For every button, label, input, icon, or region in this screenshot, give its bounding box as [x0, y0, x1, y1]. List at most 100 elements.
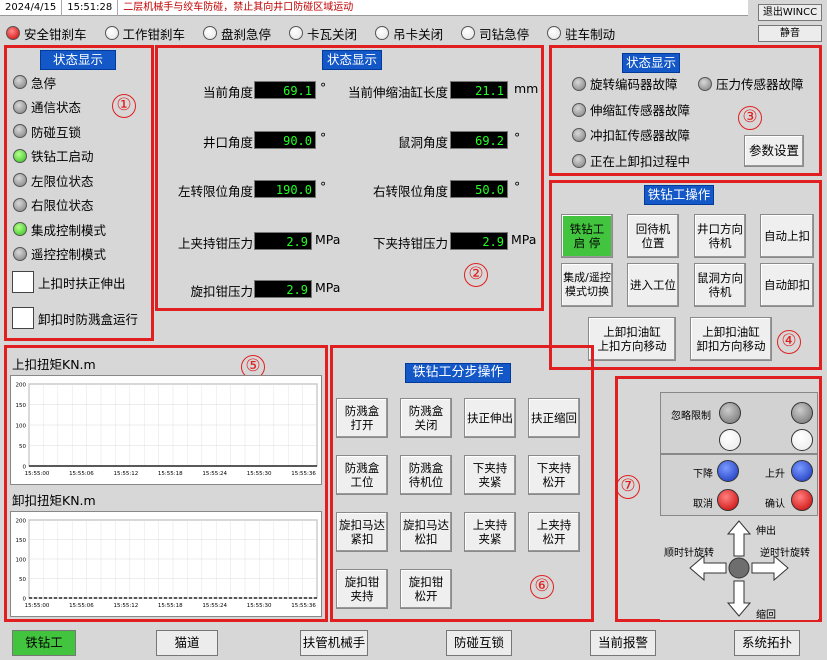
status-lamp-icon [461, 26, 476, 40]
brake-indicator: 吊卡关闭 [375, 24, 443, 43]
x-tick-label: 15:55:00 [25, 471, 50, 477]
y-tick-label: 50 [19, 444, 26, 450]
fault-item: 冲扣缸传感器故障 [572, 125, 690, 144]
counterclockwise-label: 逆时针旋转 [760, 548, 810, 559]
cancel-label: 取消 [693, 499, 713, 510]
panel-number: ④ [777, 330, 801, 354]
status-item: 集成控制模式 [13, 217, 148, 242]
spinner-clamp-button[interactable]: 旋扣钳 夹持 [336, 569, 388, 609]
mute-button[interactable]: 静音 [758, 25, 822, 42]
splash-close-button[interactable]: 防溅盒 关闭 [400, 398, 452, 438]
cylinder-makeup-move-button[interactable]: 上卸扣油缸 上扣方向移动 [588, 317, 676, 361]
roughneck-start-stop-button[interactable]: 铁钻工 启 停 [561, 214, 613, 258]
x-tick-label: 15:55:36 [291, 471, 316, 477]
status-lamp-icon [375, 26, 390, 40]
nav-current-alarms[interactable]: 当前报警 [590, 630, 656, 656]
status-lamp-icon [13, 197, 27, 212]
unit-mpa: MPa [511, 232, 537, 247]
spinner-release-button[interactable]: 旋扣钳 松开 [400, 569, 452, 609]
left-limit-value: 190.0 [254, 180, 316, 198]
spin-motor-tighten-button[interactable]: 旋扣马达 紧扣 [336, 512, 388, 552]
parameter-settings-button[interactable]: 参数设置 [744, 135, 804, 167]
makeup-torque-plot: 0 50 100 150 200 15:55:00 15:55:06 15:55:12 15:5… [16, 383, 318, 477]
status-lamp-icon [13, 124, 27, 139]
lower-clamp-pressure-value: 2.9 [450, 232, 508, 250]
panel-title: 状态显示 [322, 50, 382, 70]
retract-label: 缩回 [756, 610, 776, 621]
brake-indicator: 盘刹急停 [203, 24, 271, 43]
nav-pipe-handler[interactable]: 扶管机械手 [300, 630, 368, 656]
return-standby-button[interactable]: 回待机 位置 [627, 214, 679, 258]
panel-title: 状态显示 [40, 50, 116, 70]
mousehole-angle-value: 69.2 [450, 131, 508, 149]
nav-anti-collision[interactable]: 防碰互锁 [446, 630, 512, 656]
wellhead-standby-button[interactable]: 井口方向 待机 [694, 214, 746, 258]
well-angle-value: 90.0 [254, 131, 316, 149]
status-lamp-icon [572, 76, 586, 91]
auto-makeup-button[interactable]: 自动上扣 [760, 214, 814, 258]
y-tick-label: 150 [16, 403, 27, 409]
upper-clamp-open-button[interactable]: 上夹持 松开 [528, 512, 580, 552]
confirm-button[interactable] [791, 489, 813, 511]
status-lamp-icon [572, 102, 586, 117]
alarm-time: 15:51:28 [62, 0, 119, 16]
upper-clamp-close-button[interactable]: 上夹持 夹紧 [464, 512, 516, 552]
unit-degree: ° [514, 179, 521, 194]
makeup-torque-title: 上扣扭矩KN.m [12, 357, 96, 372]
down-label: 下降 [693, 469, 713, 480]
unit-degree: ° [320, 130, 327, 145]
mousehole-standby-button[interactable]: 鼠洞方向 待机 [694, 263, 746, 307]
current-angle-value: 69.1 [254, 81, 316, 99]
alarm-message: 二层机械手与绞车防碰，禁止其向井口防碰区域运动 [123, 1, 354, 13]
x-tick-label: 15:55:12 [114, 603, 139, 609]
checkbox[interactable] [12, 271, 34, 293]
splash-work-position-button[interactable]: 防溅盒 工位 [336, 455, 388, 495]
enter-position-button[interactable]: 进入工位 [627, 263, 679, 307]
nav-iron-roughneck[interactable]: 铁钻工 [12, 630, 76, 656]
status-item: 通信状态 [13, 95, 148, 120]
exit-wincc-button[interactable]: 退出WINCC [758, 4, 822, 21]
iron-roughneck-ops-panel: 铁钻工操作 ④ 铁钻工 启 停 回待机 位置 井口方向 待机 自动上扣 集成/遥… [549, 180, 822, 370]
status-lamp-icon [289, 26, 304, 40]
x-tick-label: 15:55:06 [69, 471, 94, 477]
breakout-torque-plot: 0 50 100 150 200 15:55:00 15:55:06 15:55:12 15:5… [16, 519, 318, 609]
x-tick-label: 15:55:18 [158, 471, 183, 477]
lower-clamp-close-button[interactable]: 下夹持 夹紧 [464, 455, 516, 495]
nav-catwalk[interactable]: 猫道 [156, 630, 218, 656]
status-item: 右限位状态 [13, 193, 148, 218]
splash-open-button[interactable]: 防溅盒 打开 [336, 398, 388, 438]
lower-clamp-open-button[interactable]: 下夹持 松开 [528, 455, 580, 495]
manual-control-panel: ⑦ 忽略限制 下降 上升 取消 确认 伸出 缩回 顺时针旋转 逆时针旋转 [615, 376, 822, 622]
brake-status-row: 安全钳刹车 工作钳刹车 盘刹急停 卡瓦关闭 吊卡关闭 司钻急停 驻车制动 [0, 22, 748, 44]
center-retract-button[interactable]: 扶正缩回 [528, 398, 580, 438]
up-label: 上升 [765, 469, 785, 480]
checkbox[interactable] [12, 307, 34, 329]
step-operation-panel: 铁钻工分步操作 ⑥ 防溅盒 打开 防溅盒 关闭 扶正伸出 扶正缩回 防溅盒 工位… [330, 345, 594, 622]
alarm-bar: 2024/4/15 15:51:28 二层机械手与绞车防碰，禁止其向井口防碰区域… [0, 0, 748, 16]
mousehole-angle-label: 鼠洞角度 [397, 135, 448, 150]
spin-motor-loosen-button[interactable]: 旋扣马达 松扣 [400, 512, 452, 552]
status-item: 急停 [13, 70, 148, 95]
check-upper-extend[interactable]: 上扣时扶正伸出 [12, 271, 126, 293]
unit-mpa: MPa [315, 232, 341, 247]
status-lamp-icon [547, 26, 562, 40]
status-lamp-icon [104, 26, 119, 40]
status-lamp-icon [13, 75, 27, 90]
nav-system-topology[interactable]: 系统拓扑 [734, 630, 800, 656]
splash-standby-position-button[interactable]: 防溅盒 待机位 [400, 455, 452, 495]
ignore-limit-button[interactable] [719, 429, 741, 451]
panel-number: ⑦ [616, 475, 640, 499]
down-button[interactable] [717, 460, 739, 482]
cancel-button[interactable] [717, 489, 739, 511]
up-button[interactable] [791, 460, 813, 482]
cylinder-breakout-move-button[interactable]: 上卸扣油缸 卸扣方向移动 [690, 317, 772, 361]
center-extend-button[interactable]: 扶正伸出 [464, 398, 516, 438]
panel-title: 铁钻工分步操作 [405, 363, 511, 383]
check-unscrew-splash[interactable]: 卸扣时防溅盒运行 [12, 307, 138, 329]
status-lamp-button[interactable] [791, 429, 813, 451]
auto-breakout-button[interactable]: 自动卸扣 [760, 263, 814, 307]
direction-arrows-icon [689, 520, 789, 617]
status-lamp-icon [13, 246, 27, 261]
mode-switch-button[interactable]: 集成/遥控 模式切换 [561, 263, 613, 307]
unit-degree: ° [320, 80, 327, 95]
